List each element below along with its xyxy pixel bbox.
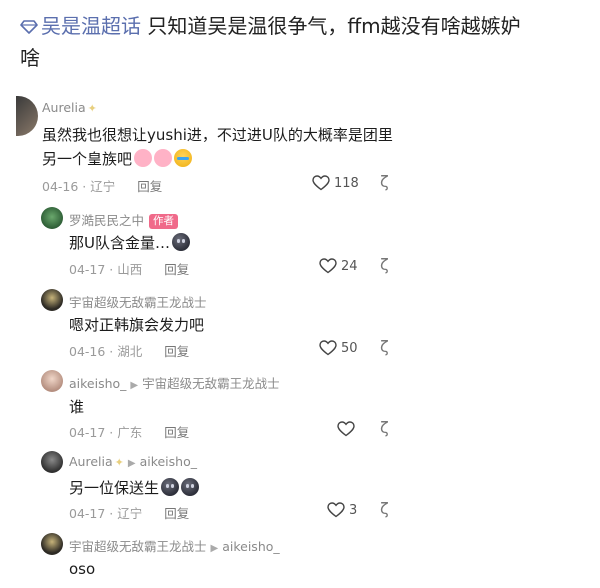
ghost-emoji-icon (181, 478, 200, 496)
reply-button[interactable]: 回复 (164, 425, 189, 440)
like-button[interactable]: 3 (327, 502, 357, 518)
like-button[interactable]: 50 (319, 340, 358, 356)
avatar[interactable] (41, 451, 63, 473)
reply-button[interactable]: 回复 (164, 344, 189, 359)
more-icon[interactable]: ζ (380, 418, 389, 437)
sparkle-icon: ✦ (87, 102, 97, 115)
comment-meta: 04-17 · 辽宁 回复 (69, 506, 190, 521)
heart-icon (327, 502, 345, 518)
ghost-emoji-icon (161, 478, 180, 496)
reply-arrow-icon: ▶ (130, 380, 139, 391)
like-count: 118 (334, 176, 359, 191)
post-text-line2: 啥 (20, 46, 40, 70)
comment-text: 另一位保送生 (69, 477, 200, 498)
comment-author[interactable]: Aurelia ✦ (42, 100, 97, 115)
more-icon[interactable]: ζ (380, 172, 389, 191)
more-icon[interactable]: ζ (380, 255, 389, 274)
like-button[interactable]: 118 (312, 175, 359, 191)
like-button[interactable]: 24 (319, 258, 358, 274)
comment-author[interactable]: 宇宙超级无敌霸王龙战士 (69, 292, 207, 311)
like-button[interactable] (337, 421, 359, 437)
reply-to-name[interactable]: aikeisho_ (140, 454, 197, 469)
emoji-icon (154, 149, 173, 167)
comment-author[interactable]: 宇宙超级无敌霸王龙战士 ▶ aikeisho_ (69, 536, 280, 555)
like-count: 50 (341, 341, 358, 356)
more-icon[interactable]: ζ (380, 337, 389, 356)
reply-to-name[interactable]: aikeisho_ (222, 539, 279, 554)
comment-meta: 04-16 · 湖北 回复 (69, 344, 190, 359)
heart-icon (319, 258, 337, 274)
comment-meta: 04-17 · 广东 回复 (69, 425, 190, 440)
emoji-icon (134, 149, 153, 167)
avatar[interactable] (41, 533, 63, 555)
avatar[interactable] (16, 96, 38, 136)
comment-text: 那U队含金量… (69, 232, 190, 253)
avatar[interactable] (41, 289, 63, 311)
avatar[interactable] (41, 207, 63, 229)
like-count: 24 (341, 259, 358, 274)
reply-button[interactable]: 回复 (137, 179, 162, 194)
comment-author[interactable]: 罗澔民民之中 作者 (69, 210, 179, 229)
comment-author[interactable]: aikeisho_ ▶ 宇宙超级无敌霸王龙战士 (69, 373, 280, 392)
reply-to-name[interactable]: 宇宙超级无敌霸王龙战士 (142, 376, 280, 391)
heart-icon (319, 340, 337, 356)
comment-text: 虽然我也很想让yushi进，不过进U队的大概率是团里 (42, 126, 393, 144)
heart-icon (337, 421, 355, 437)
comment-text: oso (69, 560, 96, 578)
post-text-line1: 只知道吴是温很争气，ffm越没有啥越嫉妒 (141, 14, 521, 38)
more-icon[interactable]: ζ (380, 499, 389, 518)
reply-arrow-icon: ▶ (127, 458, 136, 469)
topic-link[interactable]: 吴是温超话 (41, 14, 141, 38)
diamond-topic-icon (20, 20, 38, 34)
reply-arrow-icon: ▶ (210, 543, 219, 554)
author-badge: 作者 (149, 214, 179, 229)
crying-emoji-icon (174, 149, 193, 167)
avatar[interactable] (41, 370, 63, 392)
post-header: 吴是温超话 只知道吴是温很争气，ffm越没有啥越嫉妒 啥 (20, 10, 585, 74)
comment-text: 嗯对正韩旗会发力吧 (69, 316, 205, 334)
reply-button[interactable]: 回复 (164, 262, 189, 277)
heart-icon (312, 175, 330, 191)
like-count: 3 (349, 503, 358, 518)
ghost-emoji-icon (171, 233, 190, 251)
comment-text: 谁 (69, 398, 85, 416)
comment-author[interactable]: Aurelia ✦ ▶ aikeisho_ (69, 454, 197, 469)
comment-meta: 04-17 · 山西 回复 (69, 262, 190, 277)
comment-text-line2: 另一个皇族吧 (42, 148, 193, 169)
reply-button[interactable]: 回复 (164, 506, 189, 521)
comment-meta: 04-16 · 辽宁 回复 (42, 179, 163, 194)
sparkle-icon: ✦ (114, 456, 124, 469)
